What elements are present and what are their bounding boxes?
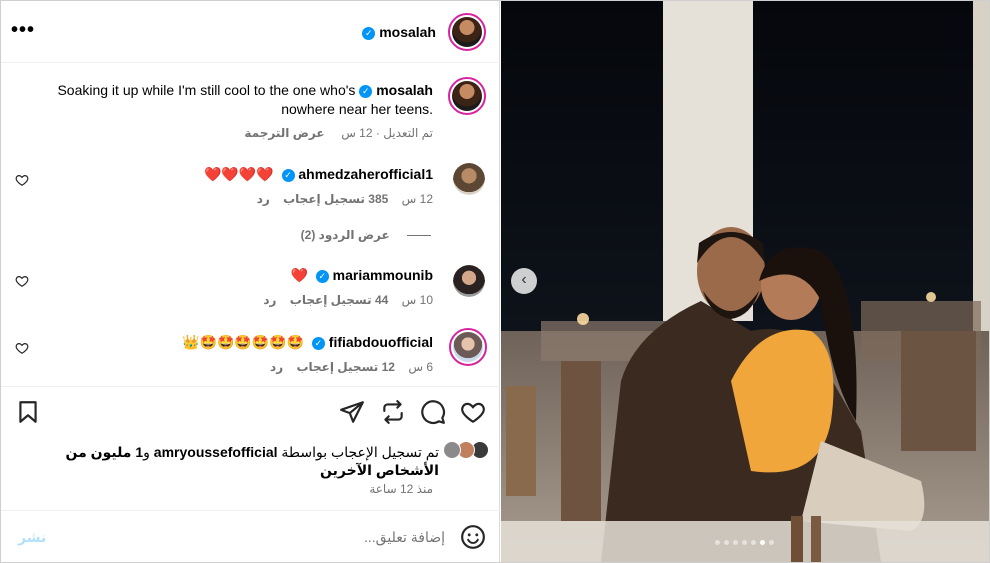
like-comment-heart-icon[interactable] [15,341,29,355]
add-comment-input[interactable] [71,525,445,549]
likes-user[interactable]: amryoussefofficial [154,444,278,460]
reply-button[interactable]: رد [257,192,270,206]
caption-meta: تم التعديل · 12 س عرض الترجمة [244,126,433,140]
comment-meta: 6 س 12 تسجيل إعجاب رد [270,360,433,374]
view-replies-button[interactable]: عرض الردود (2) [251,228,431,242]
post-time-ago[interactable]: منذ 12 ساعة [369,482,433,496]
carousel-previous-button[interactable]: ‹ [511,268,537,294]
comment-username[interactable]: fifiabdouofficial [329,334,433,350]
comment-emoji: ❤️ [290,267,308,283]
reply-button[interactable]: رد [263,293,276,307]
verified-badge-icon: ✓ [362,26,376,40]
carousel-dot [751,540,756,545]
carousel-dot [715,540,720,545]
post-comment-button[interactable]: نشر [18,529,46,546]
emoji-icon[interactable] [460,524,486,550]
comment-likes[interactable]: 44 تسجيل إعجاب [290,293,389,307]
comment-meta: 12 س 385 تسجيل إعجاب رد [257,192,433,206]
post-header: ••• ✓ mosalah [1,1,500,63]
liker-avatar[interactable] [443,441,461,459]
carousel-dot [769,540,774,545]
send-icon[interactable] [339,399,365,425]
carousel-dot [724,540,729,545]
verified-badge-icon: ✓ [359,84,373,98]
bookmark-icon[interactable] [15,399,41,425]
caption-body-start: Soaking it up while I'm still cool to th… [57,82,356,98]
reply-button[interactable]: رد [270,360,283,374]
carousel-dot [742,540,747,545]
comment-time[interactable]: 6 س [408,360,433,374]
caption-time[interactable]: 12 س [341,126,372,140]
likes-prefix: تم تسجيل الإعجاب بواسطة [281,444,439,460]
caption-mention[interactable]: mosalah [376,82,433,98]
comment-likes[interactable]: 385 تسجيل إعجاب [283,192,388,206]
verified-badge-icon: ✓ [311,336,325,350]
more-options-button[interactable]: ••• [11,19,35,42]
author-username-row[interactable]: ✓ mosalah [362,24,436,40]
comment-meta: 10 س 44 تسجيل إعجاب رد [263,293,433,307]
comment-row: ❤️ ✓ mariammounib [291,267,433,284]
replies-divider-line [407,235,431,237]
comment-time[interactable]: 10 س [402,293,433,307]
heart-icon[interactable] [460,399,486,425]
comment-likes[interactable]: 12 تسجيل إعجاب [296,360,395,374]
photo-illustration [501,1,989,562]
caption-text: Soaking it up while I'm still cool to th… [13,81,433,119]
actions-divider [1,386,500,387]
repost-icon[interactable] [380,399,406,425]
comment-avatar[interactable] [453,265,485,297]
edited-label: تم التعديل [383,126,433,140]
see-translation-button[interactable]: عرض الترجمة [244,126,324,140]
like-comment-heart-icon[interactable] [15,173,29,187]
comment-avatar[interactable] [449,328,487,366]
comment-row: ❤️❤️❤️❤️ ✓ ahmedzaherofficial1 [204,166,433,183]
post-details-panel: ••• ✓ mosalah Soaking it up while I'm st… [1,1,500,562]
caption-body-end: nowhere near her teens. [281,101,433,117]
add-comment-bar: نشر [1,510,500,562]
author-avatar[interactable] [448,13,486,51]
author-username[interactable]: mosalah [379,24,436,40]
comment-row: 👑🤩🤩🤩🤩🤩🤩 ✓ fifiabdouofficial [182,334,433,351]
like-comment-heart-icon[interactable] [15,274,29,288]
comment-avatar[interactable] [453,163,485,195]
likes-summary: تم تسجيل الإعجاب بواسطة amryoussefoffici… [21,443,439,479]
comment-emoji: ❤️❤️❤️❤️ [203,166,274,182]
verified-badge-icon: ✓ [281,168,295,182]
comment-time[interactable]: 12 س [402,192,433,206]
caption-avatar[interactable] [448,77,486,115]
post-photo[interactable] [501,1,989,562]
carousel-dot [733,540,738,545]
verified-badge-icon: ✓ [315,269,329,283]
likes-and: و [143,444,150,460]
comment-emoji: 👑🤩🤩🤩🤩🤩🤩 [182,334,305,350]
view-replies-label[interactable]: عرض الردود (2) [301,228,390,242]
carousel-dot [760,540,765,545]
comment-username[interactable]: ahmedzaherofficial1 [298,166,433,182]
comment-username[interactable]: mariammounib [333,267,433,283]
comment-icon[interactable] [420,399,446,425]
